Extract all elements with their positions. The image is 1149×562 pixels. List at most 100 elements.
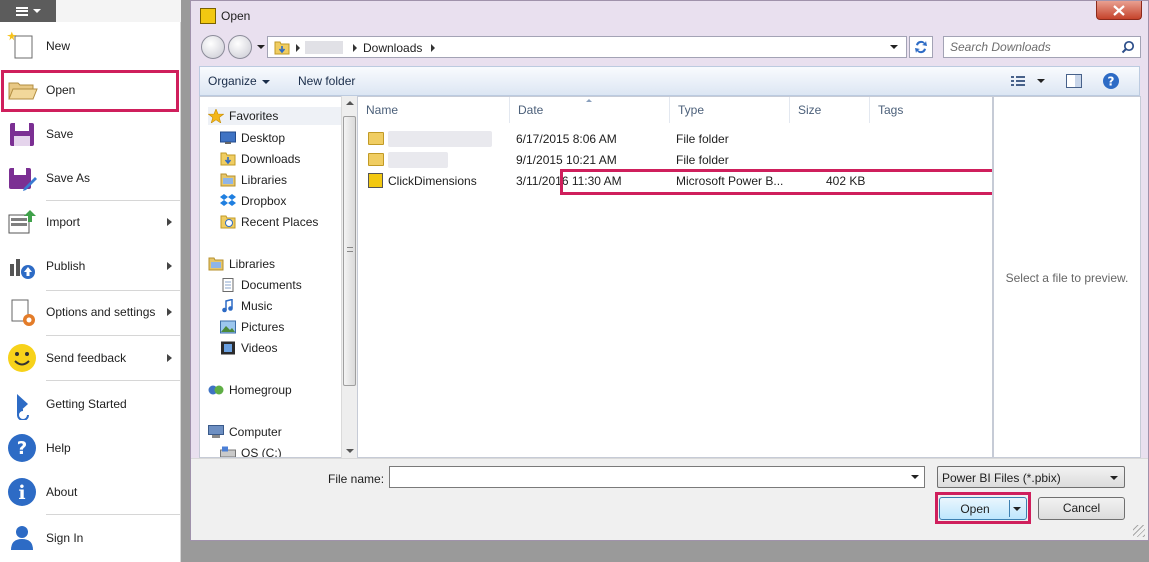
nav-music[interactable]: Music: [220, 297, 272, 315]
open-dialog: Open Downloads Search Downloads Organize…: [190, 0, 1149, 541]
column-header-label: Size: [798, 103, 822, 117]
open-options-dropdown-icon[interactable]: [1013, 507, 1021, 511]
recent-places-icon: [220, 215, 236, 229]
nav-label: Documents: [241, 278, 302, 292]
chevron-down-icon: [1110, 476, 1118, 480]
file-type-value: Power BI Files (*.pbix): [942, 471, 1061, 485]
column-header-label: Date: [518, 103, 544, 117]
nav-desktop[interactable]: Desktop: [220, 129, 285, 147]
menu-item-help[interactable]: ? Help: [0, 426, 181, 470]
nav-libraries-favorite[interactable]: Libraries: [220, 171, 287, 189]
nav-documents[interactable]: Documents: [220, 276, 302, 294]
file-type-select[interactable]: Power BI Files (*.pbix): [937, 466, 1125, 488]
scroll-down-icon[interactable]: [346, 449, 354, 453]
column-header-type[interactable]: Type: [670, 97, 790, 123]
address-bar[interactable]: Downloads: [267, 36, 907, 58]
file-size: 402 KB: [826, 174, 866, 188]
menu-item-new[interactable]: New: [0, 24, 181, 68]
power-bi-file-icon: [368, 173, 383, 188]
column-header-size[interactable]: Size: [790, 97, 870, 123]
nav-recent-places[interactable]: Recent Places: [220, 213, 318, 231]
menu-item-label: Open: [46, 83, 76, 97]
recent-locations-dropdown[interactable]: [257, 45, 265, 49]
menu-item-label: Sign In: [46, 531, 84, 545]
cancel-button[interactable]: Cancel: [1038, 497, 1125, 520]
back-button[interactable]: [201, 35, 225, 59]
refresh-icon: [915, 40, 927, 54]
menu-item-import[interactable]: Import: [0, 200, 181, 244]
column-header-date[interactable]: Date: [510, 97, 670, 123]
info-icon: i: [8, 478, 36, 506]
file-name-input[interactable]: [389, 466, 925, 488]
menu-item-open[interactable]: Open: [0, 68, 181, 112]
open-button[interactable]: Open: [939, 497, 1027, 520]
menu-item-options[interactable]: Options and settings: [0, 290, 181, 334]
file-type: File folder: [676, 132, 729, 146]
preview-pane-icon[interactable]: [1066, 74, 1082, 88]
help-icon[interactable]: ?: [1102, 72, 1120, 90]
breadcrumb-downloads[interactable]: Downloads: [363, 41, 422, 55]
close-button[interactable]: [1096, 1, 1142, 20]
navigation-scrollbar[interactable]: [341, 96, 357, 458]
scroll-up-icon[interactable]: [346, 101, 354, 105]
new-file-icon: [7, 31, 33, 59]
menu-item-getting-started[interactable]: Getting Started: [0, 382, 181, 426]
menu-separator: [46, 514, 181, 515]
menu-item-label: Publish: [46, 259, 86, 273]
file-date: 3/11/2016 11:30 AM: [516, 174, 622, 188]
column-header-tags[interactable]: Tags: [870, 97, 992, 123]
resize-grip[interactable]: [1133, 525, 1145, 537]
import-icon: [8, 210, 36, 234]
smiley-icon: [8, 344, 36, 372]
power-bi-icon: [200, 8, 216, 24]
new-folder-button[interactable]: New folder: [298, 74, 355, 88]
address-dropdown-icon[interactable]: [890, 45, 898, 49]
search-input[interactable]: [948, 39, 1116, 55]
search-icon[interactable]: [1121, 40, 1135, 54]
menu-item-publish[interactable]: Publish: [0, 244, 181, 288]
menu-item-send-feedback[interactable]: Send feedback: [0, 336, 181, 380]
forward-button[interactable]: [228, 35, 252, 59]
nav-computer[interactable]: Computer: [208, 423, 282, 441]
view-options-icon[interactable]: [1011, 75, 1025, 87]
nav-libraries[interactable]: Libraries: [208, 255, 275, 273]
nav-dropbox[interactable]: Dropbox: [220, 192, 286, 210]
nav-videos[interactable]: Videos: [220, 339, 277, 357]
nav-homegroup[interactable]: Homegroup: [208, 381, 292, 399]
file-name-redacted: [388, 152, 448, 168]
folder-icon: [368, 153, 384, 166]
nav-label: Dropbox: [241, 194, 287, 208]
nav-os-drive[interactable]: OS (C:): [220, 444, 282, 457]
menu-item-save[interactable]: Save: [0, 112, 181, 156]
nav-label: Favorites: [229, 109, 279, 123]
preview-pane: Select a file to preview.: [993, 96, 1141, 458]
menu-item-about[interactable]: i About: [0, 470, 181, 514]
nav-label: Music: [241, 299, 273, 313]
file-name-redacted: [388, 131, 492, 147]
file-row[interactable]: 6/17/2015 8:06 AM File folder: [358, 129, 992, 149]
chevron-down-icon: [32, 9, 41, 13]
breadcrumb-user[interactable]: [305, 41, 343, 54]
column-header-name[interactable]: Name: [358, 97, 510, 123]
menu-item-save-as[interactable]: Save As: [0, 156, 181, 200]
organize-button[interactable]: Organize: [208, 74, 270, 88]
menu-item-label: Send feedback: [46, 351, 127, 365]
file-row-clickdimensions[interactable]: ClickDimensions 3/11/2016 11:30 AM Micro…: [358, 171, 992, 191]
menu-item-sign-in[interactable]: Sign In: [0, 516, 181, 560]
downloads-folder-icon: [220, 152, 236, 166]
folder-icon: [368, 132, 384, 145]
refresh-button[interactable]: [909, 36, 933, 58]
file-row[interactable]: 9/1/2015 10:21 AM File folder: [358, 150, 992, 170]
help-icon: ?: [8, 434, 36, 462]
menu-toggle-button[interactable]: [0, 0, 56, 22]
navigation-scrollbar-thumb[interactable]: [343, 116, 356, 386]
settings-gear-icon: [11, 299, 35, 326]
file-name-dropdown[interactable]: [905, 467, 924, 487]
nav-downloads[interactable]: Downloads: [220, 150, 300, 168]
view-dropdown-icon[interactable]: [1037, 79, 1045, 83]
nav-label: Homegroup: [229, 383, 292, 397]
file-type: Microsoft Power B...: [676, 174, 784, 188]
save-as-icon: [9, 168, 37, 191]
nav-favorites[interactable]: Favorites: [208, 107, 350, 125]
nav-pictures[interactable]: Pictures: [220, 318, 284, 336]
